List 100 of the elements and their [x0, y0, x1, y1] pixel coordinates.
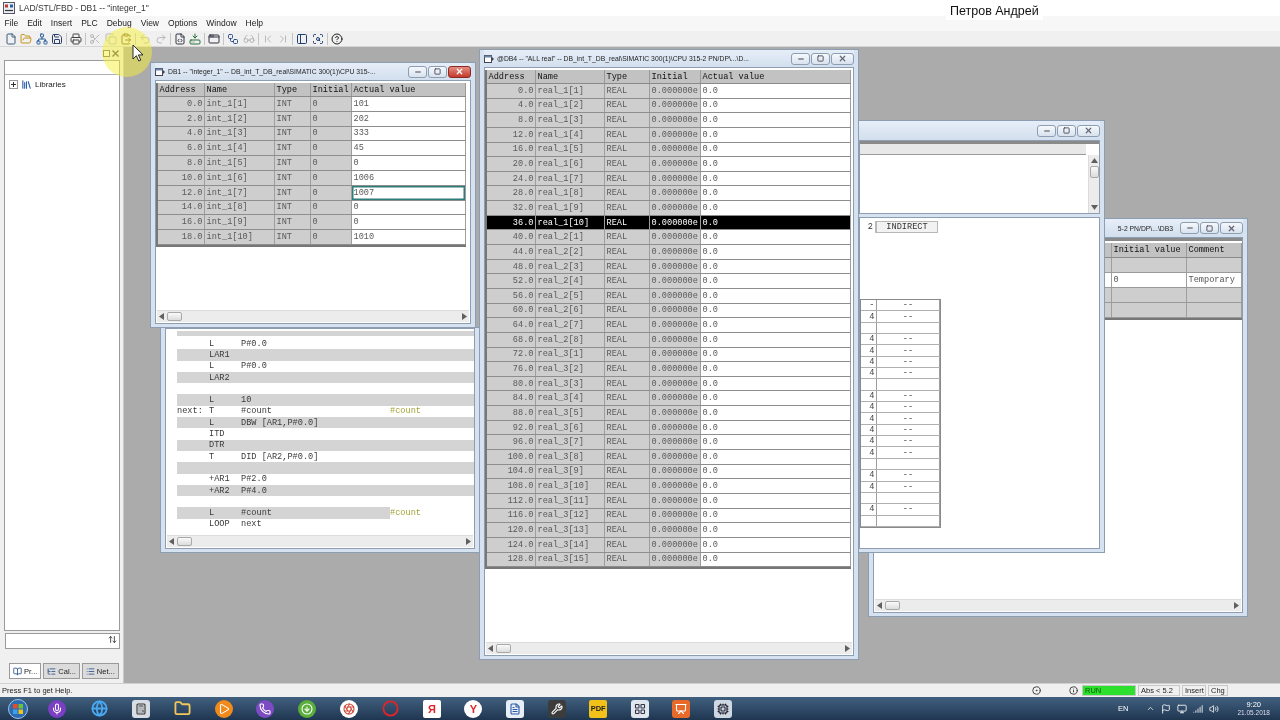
table-row[interactable]: 96.0 real_3[7] REAL 0.000000e 0.0: [487, 435, 851, 450]
table-row[interactable]: 4 --: [861, 334, 940, 346]
menu-item[interactable]: View: [136, 17, 164, 30]
table-row[interactable]: [861, 379, 940, 391]
help-icon[interactable]: [330, 32, 343, 45]
chip-icon[interactable]: [714, 699, 732, 718]
table-row[interactable]: 64.0 real_2[7] REAL 0.000000e 0.0: [487, 318, 851, 333]
menu-item[interactable]: PLC: [76, 17, 103, 30]
table-row[interactable]: [861, 515, 940, 527]
scrollbar-thumb[interactable]: [1089, 166, 1099, 178]
microphone-icon[interactable]: [48, 699, 67, 718]
maximize-button[interactable]: [1200, 222, 1219, 234]
table-row[interactable]: 6.0 int_1[4] INT 0 45: [158, 141, 466, 157]
horizontal-scrollbar[interactable]: [167, 535, 473, 547]
file-icon[interactable]: [4, 32, 17, 45]
scroll-up-icon[interactable]: [1090, 158, 1098, 163]
table-row[interactable]: - --: [861, 300, 940, 312]
network-icon[interactable]: [35, 32, 48, 45]
scroll-right-icon[interactable]: [1234, 602, 1239, 609]
menu-item[interactable]: Window: [201, 17, 242, 30]
scroll-left-icon[interactable]: [877, 602, 882, 609]
code-file-icon[interactable]: [173, 32, 186, 45]
minimize-button[interactable]: [408, 65, 427, 78]
menu-item[interactable]: Edit: [22, 17, 47, 30]
menu-item[interactable]: Debug: [102, 17, 137, 30]
scrollbar-thumb[interactable]: [885, 601, 900, 610]
taskbar-app[interactable]: Я: [422, 699, 441, 718]
monitor-icon[interactable]: [1177, 703, 1188, 714]
table-row[interactable]: 4 --: [861, 436, 940, 448]
table-row[interactable]: 88.0 real_3[5] REAL 0.000000e 0.0: [487, 406, 851, 421]
table-row[interactable]: 8.0 real_1[3] REAL 0.000000e 0.0: [487, 113, 851, 128]
minimize-button[interactable]: [1037, 124, 1056, 137]
maximize-button[interactable]: [811, 52, 830, 65]
table-row[interactable]: 4 --: [861, 413, 940, 425]
close-button[interactable]: [831, 52, 854, 65]
tree-item[interactable]: Libraries: [35, 80, 66, 89]
presentation-icon[interactable]: [672, 699, 691, 718]
table-row[interactable]: 100.0 real_3[8] REAL 0.000000e 0.0: [487, 450, 851, 465]
table-row[interactable]: 120.0 real_3[13] REAL 0.000000e 0.0: [487, 523, 851, 538]
sort-icon[interactable]: [108, 635, 117, 644]
scroll-right-icon[interactable]: [845, 645, 850, 652]
table-row[interactable]: 4 --: [861, 311, 940, 323]
table-row[interactable]: 44.0 real_2[2] REAL 0.000000e 0.0: [487, 245, 851, 260]
download-icon[interactable]: [189, 32, 202, 45]
scroll-right-icon[interactable]: [462, 313, 467, 320]
workflow-icon[interactable]: [227, 32, 240, 45]
start-button[interactable]: [5, 697, 31, 720]
table-row[interactable]: 52.0 real_2[4] REAL 0.000000e 0.0: [487, 274, 851, 289]
table-row[interactable]: 40.0 real_2[1] REAL 0.000000e 0.0: [487, 230, 851, 246]
table-row[interactable]: 4 --: [861, 368, 940, 380]
save-icon[interactable]: [51, 32, 64, 45]
scroll-left-icon[interactable]: [159, 313, 164, 320]
table-row[interactable]: 18.0 int_1[10] INT 0 1010: [158, 230, 466, 245]
table-row[interactable]: 4 --: [861, 345, 940, 357]
flag-icon[interactable]: [1161, 703, 1172, 714]
chevron-up-icon[interactable]: [1146, 704, 1156, 713]
table-row[interactable]: 4 --: [861, 504, 940, 516]
table-row[interactable]: 108.0 real_3[10] REAL 0.000000e 0.0: [487, 479, 851, 494]
taskbar-app[interactable]: Y: [464, 699, 483, 718]
scrollbar-thumb[interactable]: [177, 537, 192, 546]
horizontal-scrollbar[interactable]: [157, 310, 469, 322]
menu-item[interactable]: Options: [163, 17, 202, 30]
speaker-icon[interactable]: [1209, 703, 1220, 714]
table-row[interactable]: 76.0 real_3[2] REAL 0.000000e 0.0: [487, 362, 851, 377]
table-row[interactable]: 4 --: [861, 470, 940, 482]
menu-item[interactable]: Help: [241, 17, 268, 30]
printer-icon[interactable]: [70, 32, 83, 45]
table-row[interactable]: 0.0 int_1[1] INT 0 101: [158, 97, 466, 112]
scroll-left-icon[interactable]: [488, 645, 493, 652]
scroll-down-icon[interactable]: [1090, 205, 1098, 210]
horizontal-scrollbar[interactable]: [875, 599, 1241, 611]
scroll-left-icon[interactable]: [169, 538, 174, 545]
calculator-icon[interactable]: [131, 699, 150, 718]
menu-item[interactable]: Insert: [46, 17, 77, 30]
globe-icon[interactable]: [90, 699, 109, 718]
phone-icon[interactable]: [256, 699, 275, 718]
minimize-button[interactable]: [791, 52, 810, 65]
wrench-icon[interactable]: [547, 699, 566, 718]
vertical-scrollbar[interactable]: [1088, 155, 1099, 213]
document-icon[interactable]: [506, 699, 524, 718]
table-row[interactable]: 32.0 real_1[9] REAL 0.000000e 0.0: [487, 201, 851, 216]
table-row[interactable]: 20.0 real_1[6] REAL 0.000000e 0.0: [487, 157, 851, 172]
window-icon[interactable]: [208, 32, 221, 45]
play-icon[interactable]: [214, 699, 233, 718]
grid-icon[interactable]: [630, 699, 649, 718]
table-row[interactable]: 4 --: [861, 402, 940, 414]
maximize-button[interactable]: [1057, 124, 1076, 137]
table-row[interactable]: 8.0 int_1[5] INT 0 0: [158, 156, 466, 171]
scrollbar-thumb[interactable]: [167, 312, 182, 321]
table-row[interactable]: 0.0 real_1[1] REAL 0.000000e 0.0: [487, 84, 851, 99]
close-button[interactable]: [448, 65, 471, 78]
scroll-right-icon[interactable]: [466, 538, 471, 545]
horizontal-scrollbar[interactable]: [486, 642, 852, 654]
table-row[interactable]: 4 --: [861, 481, 940, 493]
download-circle-icon[interactable]: [298, 699, 317, 718]
scrollbar-thumb[interactable]: [496, 644, 511, 653]
minimize-button[interactable]: [1180, 222, 1199, 234]
close-button[interactable]: [1220, 222, 1243, 234]
aperture-icon[interactable]: [339, 699, 358, 718]
scan-search-icon[interactable]: [311, 32, 324, 45]
